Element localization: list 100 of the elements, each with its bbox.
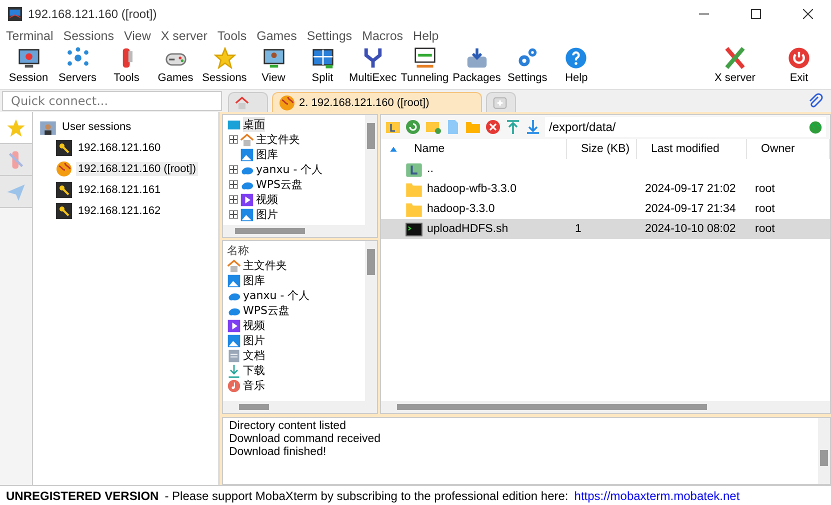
image-icon [227,274,241,288]
menu-item[interactable]: Help [409,28,445,45]
menu-item[interactable]: Tools [213,28,253,45]
list-item[interactable]: 文档 [243,348,265,363]
upload-icon [505,119,521,135]
toolbar-button[interactable]: Split [298,45,347,90]
expand-icon[interactable] [229,210,238,219]
image-icon [240,148,254,162]
menu-item[interactable]: Macros [358,28,410,45]
toolbar-button[interactable]: Tools [102,45,151,90]
scrollbar-thumb[interactable] [367,123,375,149]
expand-icon[interactable] [229,135,238,144]
toolbar-button[interactable]: Servers [53,45,102,90]
scrollbar-thumb[interactable] [239,404,269,410]
menu-item[interactable]: Terminal [2,28,60,45]
expand-icon[interactable] [229,180,238,189]
tree-item[interactable]: 图库 [256,147,278,162]
table-cell: 2024-10-10 08:02 [637,219,747,239]
list-item[interactable]: yanxu - 个人 [243,288,310,303]
x-icon [724,47,746,69]
fork-icon [362,47,384,69]
toolbar-button[interactable]: Settings [502,45,552,90]
quick-connect-field[interactable]: Quick connect... [2,91,222,111]
folder-icon [465,119,481,135]
document-icon [227,348,241,362]
menu-item[interactable]: Games [252,28,303,45]
session-item[interactable]: 192.168.121.162 [76,204,163,218]
session-item[interactable]: 192.168.121.161 [76,183,163,197]
terminal-icon [405,220,423,238]
tree-item[interactable]: 主文件夹 [256,132,300,147]
tab[interactable] [486,92,516,112]
folder-up-icon [385,119,401,135]
scrollbar-thumb[interactable] [367,249,375,275]
log-line: Download command received [229,433,382,446]
key-icon [56,182,72,198]
list-item[interactable]: 下载 [243,363,265,378]
list-item[interactable]: WPS云盘 [243,303,290,318]
tab[interactable]: 2. 192.168.121.160 ([root]) [272,92,482,112]
scrollbar-thumb[interactable] [820,450,828,466]
toolbar-button[interactable]: MultiExec [347,45,399,90]
tree-label[interactable]: User sessions [62,121,132,133]
video-icon [227,318,241,332]
tree-item[interactable]: 视频 [256,192,278,207]
list-item[interactable]: 图片 [243,333,265,348]
file-icon [445,119,461,135]
monitor-icon [18,47,40,69]
toolbar-button[interactable]: Tunneling [398,45,451,90]
house-icon [240,132,254,146]
star-icon [214,47,236,69]
tab[interactable] [228,92,268,112]
tree-item[interactable]: WPS云盘 [256,177,302,192]
paper-plane-icon [6,182,26,202]
toolbar-button[interactable]: Exit [767,45,831,90]
list-item[interactable]: 音乐 [243,378,265,393]
house-icon [227,258,241,272]
menu-item[interactable]: Settings [302,28,358,45]
toolbar-button[interactable]: X server [703,45,767,90]
scrollbar-thumb[interactable] [397,404,707,410]
download-icon [525,119,541,135]
toolbar-button[interactable]: Games [151,45,200,90]
session-item[interactable]: 192.168.121.160 [76,141,163,155]
menu-item[interactable]: X server [156,28,214,45]
plus-icon [493,96,507,110]
tree-item[interactable]: yanxu - 个人 [256,162,323,177]
side-tab[interactable] [0,176,32,208]
list-item[interactable]: 图库 [243,273,265,288]
paperclip-icon [807,93,823,109]
side-tab[interactable] [0,112,32,144]
key-icon [56,203,72,219]
status-title: UNREGISTERED VERSION [6,488,159,502]
toolbar-button[interactable]: View [249,45,298,90]
list-item[interactable]: 视频 [243,318,265,333]
music-icon [227,378,241,392]
tree-item[interactable]: 桌面 [243,117,265,132]
website-link[interactable]: https://mobaxterm.mobatek.net [574,488,740,502]
file-name-cell[interactable]: uploadHDFS.sh [381,219,567,239]
toolbar-button[interactable]: Help [552,45,601,90]
toolbar-button[interactable]: Session [4,45,53,90]
path-field[interactable]: /export/data/ [545,117,826,137]
scrollbar-thumb[interactable] [235,228,305,234]
menu-item[interactable]: Sessions [59,28,120,45]
tree-item[interactable]: 图片 [256,207,278,222]
refresh-icon [405,119,421,135]
desktop-icon [227,118,241,132]
download-icon [227,364,241,378]
menu-item[interactable]: View [120,28,157,45]
expand-icon[interactable] [229,165,238,174]
download-box-icon [466,47,488,69]
maximize-icon[interactable] [751,9,761,19]
app-logo-icon [8,7,22,21]
monitor-icon [262,47,284,69]
session-item[interactable]: 192.168.121.160 ([root]) [76,162,198,176]
side-tab[interactable] [0,144,32,176]
close-icon[interactable] [803,9,813,19]
list-item[interactable]: 主文件夹 [243,258,287,273]
expand-icon[interactable] [229,195,238,204]
column-header[interactable]: 名称 [227,243,361,258]
toolbar-button[interactable]: Sessions [200,45,249,90]
table-cell: 1 [567,219,637,239]
toolbar-button[interactable]: Packages [450,45,503,90]
